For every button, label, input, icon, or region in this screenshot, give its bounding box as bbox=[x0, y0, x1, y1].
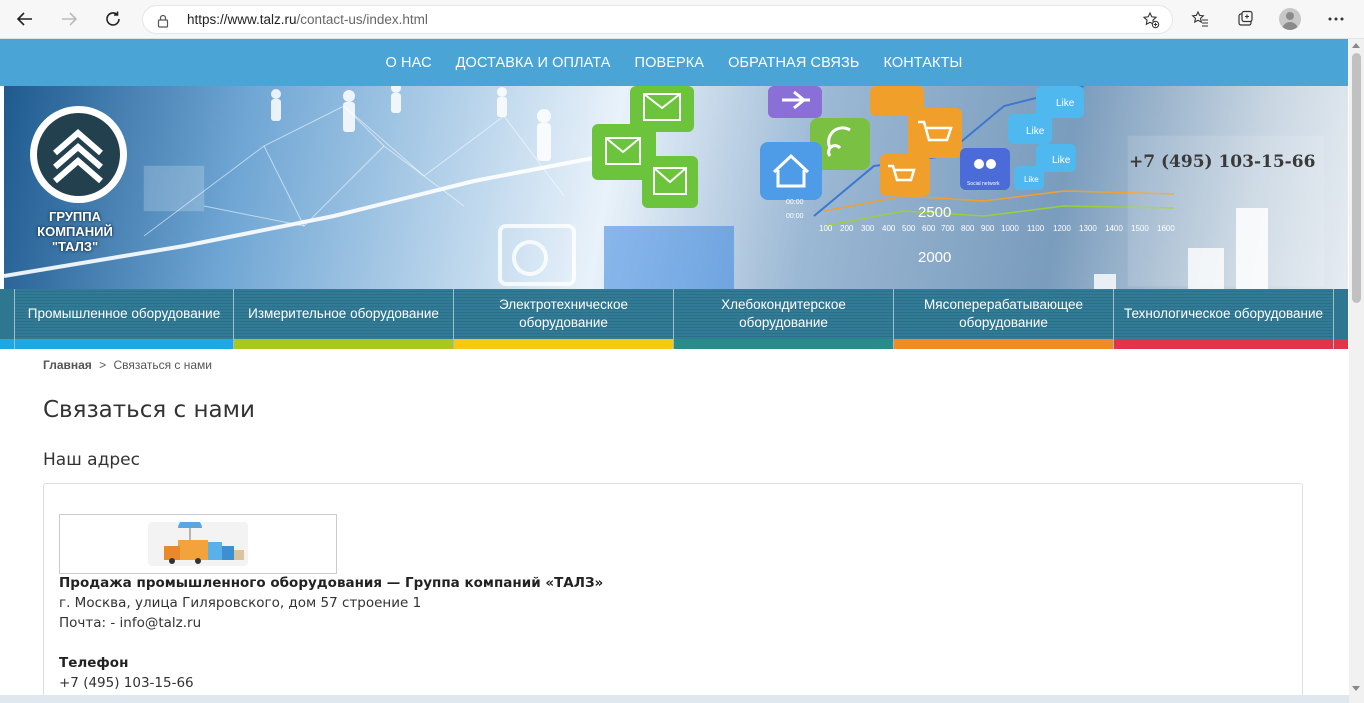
scroll-down-arrow-icon[interactable] bbox=[1352, 686, 1360, 691]
page-title: Связаться с нами bbox=[43, 397, 255, 423]
phone-value[interactable]: +7 (495) 103-15-66 bbox=[59, 675, 194, 691]
category-color-stripe bbox=[454, 339, 673, 349]
url-text[interactable]: https://www.talz.ru/contact-us/index.htm… bbox=[187, 12, 428, 27]
category-label: Промышленное оборудование bbox=[27, 306, 221, 321]
banner-axis-label: 1300 bbox=[1079, 224, 1097, 233]
category-label: Хлебокондитерское оборудование bbox=[721, 297, 846, 330]
category-measuring-equipment[interactable]: Измерительное оборудование bbox=[234, 289, 454, 349]
company-email[interactable]: Почта: - info@talz.ru bbox=[59, 615, 201, 631]
phone-label: Телефон bbox=[59, 655, 129, 671]
lock-icon[interactable] bbox=[157, 13, 169, 32]
category-label: Измерительное оборудование bbox=[248, 306, 439, 321]
url-path: /contact-us/index.html bbox=[296, 12, 428, 27]
banner-axis-label: 800 bbox=[961, 224, 975, 233]
topnav-verification[interactable]: ПОВЕРКА bbox=[635, 55, 705, 71]
category-nav-edge bbox=[0, 289, 15, 349]
banner-like-label: Like bbox=[1056, 98, 1075, 109]
category-nav-edge bbox=[1334, 289, 1348, 349]
page-scrollbar[interactable] bbox=[1349, 39, 1364, 703]
header-banner: Like Like Like Like Social network 100 2… bbox=[4, 86, 1348, 289]
category-color-stripe bbox=[1114, 339, 1333, 349]
breadcrumb: Главная > Связаться с нами bbox=[43, 358, 212, 372]
category-industrial-equipment[interactable]: Промышленное оборудование bbox=[15, 289, 234, 349]
collections-icon[interactable] bbox=[1233, 7, 1257, 31]
category-color-stripe bbox=[1334, 339, 1348, 349]
category-color-stripe bbox=[15, 339, 233, 349]
top-navigation: О НАС ДОСТАВКА И ОПЛАТА ПОВЕРКА ОБРАТНАЯ… bbox=[0, 39, 1348, 86]
company-address: г. Москва, улица Гиляровского, дом 57 ст… bbox=[59, 595, 422, 611]
logo-chevrons-icon bbox=[53, 129, 103, 184]
add-favorite-icon[interactable] bbox=[1142, 11, 1160, 33]
banner-like-label: Like bbox=[1052, 155, 1071, 166]
banner-axis-label: 700 bbox=[941, 224, 955, 233]
breadcrumb-current: Связаться с нами bbox=[113, 358, 212, 372]
banner-axis-label: 300 bbox=[861, 224, 875, 233]
banner-axis-label: 400 bbox=[882, 224, 896, 233]
banner-axis-label: 900 bbox=[981, 224, 995, 233]
profile-icon[interactable] bbox=[1279, 8, 1301, 30]
category-electrical-equipment[interactable]: Электротехническое оборудование bbox=[454, 289, 674, 349]
banner-value-label: 2000 bbox=[918, 249, 951, 266]
banner-like-label: Like bbox=[1024, 175, 1039, 184]
header-phone[interactable]: +7 (495) 103-15-66 bbox=[1129, 152, 1315, 172]
banner-like-label: Like bbox=[1026, 126, 1045, 137]
scroll-up-arrow-icon[interactable] bbox=[1352, 43, 1360, 48]
category-navigation: Промышленное оборудование Измерительное … bbox=[0, 289, 1348, 349]
company-logo[interactable] bbox=[30, 106, 127, 203]
category-technological-equipment[interactable]: Технологическое оборудование bbox=[1114, 289, 1334, 349]
logo-text-line: "ТАЛЗ" bbox=[51, 239, 99, 254]
browser-toolbar: https://www.talz.ru/contact-us/index.htm… bbox=[0, 0, 1364, 39]
banner-axis-label: 500 bbox=[902, 224, 916, 233]
scrollbar-thumb[interactable] bbox=[1352, 53, 1361, 303]
breadcrumb-separator: > bbox=[99, 358, 107, 372]
favorites-icon[interactable] bbox=[1188, 7, 1212, 31]
category-meat-processing-equipment[interactable]: Мясоперерабатывающее оборудование bbox=[894, 289, 1114, 349]
address-bar[interactable]: https://www.talz.ru/contact-us/index.htm… bbox=[142, 5, 1173, 34]
category-label: Технологическое оборудование bbox=[1123, 306, 1324, 321]
bottom-strip bbox=[0, 695, 1349, 703]
logo-text-line: КОМПАНИЙ bbox=[37, 224, 113, 239]
url-host: https://www.talz.ru bbox=[187, 12, 297, 27]
topnav-contacts[interactable]: КОНТАКТЫ bbox=[883, 55, 962, 71]
banner-time-label: 00:00 bbox=[786, 199, 804, 206]
banner-axis-label: 1400 bbox=[1105, 224, 1123, 233]
forward-arrow-icon[interactable] bbox=[56, 6, 82, 32]
category-color-stripe bbox=[674, 339, 893, 349]
category-label: Электротехническое оборудование bbox=[499, 297, 628, 330]
category-color-stripe bbox=[894, 339, 1113, 349]
banner-axis-label: 1100 bbox=[1027, 224, 1045, 233]
category-bakery-equipment[interactable]: Хлебокондитерское оборудование bbox=[674, 289, 894, 349]
contact-card: Продажа промышленного оборудования — Гру… bbox=[43, 483, 1303, 703]
breadcrumb-home-link[interactable]: Главная bbox=[43, 358, 92, 372]
banner-time-label: 00:00 bbox=[786, 213, 804, 220]
banner-axis-label: 1200 bbox=[1053, 224, 1071, 233]
category-color-stripe bbox=[234, 339, 453, 349]
company-name: Продажа промышленного оборудования — Гру… bbox=[59, 575, 604, 591]
more-icon[interactable] bbox=[1324, 7, 1348, 31]
category-color-stripe bbox=[0, 339, 14, 349]
topnav-feedback[interactable]: ОБРАТНАЯ СВЯЗЬ bbox=[728, 55, 859, 71]
banner-axis-label: 600 bbox=[922, 224, 936, 233]
banner-axis-label: 100 bbox=[819, 224, 833, 233]
back-arrow-icon[interactable] bbox=[12, 6, 38, 32]
reload-icon[interactable] bbox=[100, 6, 126, 32]
delivery-truck-icon bbox=[148, 522, 248, 566]
company-image bbox=[59, 514, 337, 574]
logo-text-line: ГРУППА bbox=[48, 209, 102, 224]
banner-social-label: Social network bbox=[967, 181, 1000, 187]
banner-value-label: 2500 bbox=[918, 204, 951, 221]
topnav-about[interactable]: О НАС bbox=[386, 55, 432, 71]
banner-axis-label: 1000 bbox=[1001, 224, 1019, 233]
banner-illustration: Like Like Like Like Social network 100 2… bbox=[4, 86, 1325, 289]
banner-axis-label: 200 bbox=[840, 224, 854, 233]
logo-text: ГРУППА КОМПАНИЙ "ТАЛЗ" bbox=[14, 209, 136, 254]
topnav-delivery-payment[interactable]: ДОСТАВКА И ОПЛАТА bbox=[456, 55, 611, 71]
category-label: Мясоперерабатывающее оборудование bbox=[924, 297, 1083, 330]
section-title: Наш адрес bbox=[43, 450, 140, 470]
